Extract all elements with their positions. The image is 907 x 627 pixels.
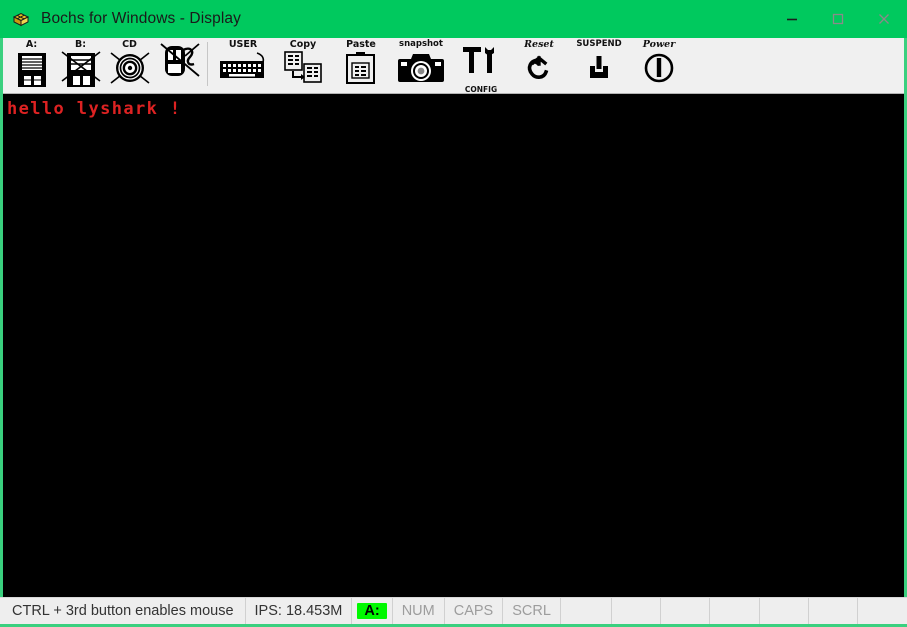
suspend-icon <box>585 54 613 87</box>
status-led-caps: CAPS <box>445 598 504 624</box>
toolbar-floppy-a-label: A: <box>25 39 38 50</box>
toolbar-paste-label: Paste <box>346 39 376 50</box>
titlebar-left: Bochs for Windows - Display <box>0 9 241 29</box>
toolbar-copy[interactable]: Copy <box>274 38 332 92</box>
toolbar-cdrom-label: CD <box>122 39 137 50</box>
close-button[interactable] <box>861 0 907 38</box>
status-led-num: NUM <box>393 598 445 624</box>
status-empty-7 <box>858 598 907 624</box>
vm-display-area[interactable]: hello lyshark ! <box>3 94 904 597</box>
toolbar-floppy-b-label: B: <box>74 39 87 50</box>
toolbar-reset-label: Reset <box>524 39 554 50</box>
bochs-logo-icon <box>11 9 31 29</box>
toolbar-user[interactable]: USER <box>212 38 274 92</box>
toolbar-config[interactable]: CONFIG <box>452 38 510 94</box>
toolbar-suspend[interactable]: SUSPEND <box>568 38 630 92</box>
toolbar-copy-label: Copy <box>289 39 317 50</box>
status-led-scrl: SCRL <box>503 598 561 624</box>
status-message: CTRL + 3rd button enables mouse <box>3 598 246 624</box>
keyboard-icon <box>217 51 269 86</box>
floppy-b-icon <box>61 51 101 93</box>
mouse-disabled-icon <box>157 40 201 91</box>
toolbar-power-label: Power <box>642 39 676 50</box>
status-floppy-a[interactable]: A: <box>357 603 387 619</box>
titlebar: Bochs for Windows - Display <box>0 0 907 38</box>
floppy-status-wrap: A: <box>352 598 393 624</box>
toolbar-paste[interactable]: Paste <box>332 38 390 92</box>
status-empty-2 <box>612 598 662 624</box>
toolbar-floppy-b[interactable]: B: <box>56 38 105 92</box>
bochs-window: Bochs for Windows - Display A: B: CD USE… <box>0 0 907 627</box>
cdrom-icon <box>109 51 151 93</box>
camera-icon <box>396 51 446 90</box>
toolbar-separator-1 <box>207 42 208 86</box>
status-empty-1 <box>561 598 613 624</box>
toolbar-mouse[interactable] <box>154 38 203 92</box>
toolbar-snapshot[interactable]: snapshot <box>390 38 452 92</box>
status-empty-6 <box>809 598 858 624</box>
toolbar: A: B: CD USER Copy Paste snapshot CONFIG… <box>3 38 904 94</box>
config-tools-icon <box>461 45 501 84</box>
maximize-button[interactable] <box>815 0 861 38</box>
toolbar-snapshot-label: snapshot <box>399 39 443 49</box>
window-controls <box>769 0 907 38</box>
status-empty-5 <box>760 598 809 624</box>
toolbar-cdrom[interactable]: CD <box>105 38 154 92</box>
toolbar-config-label: CONFIG <box>464 85 498 94</box>
paste-icon <box>343 51 379 90</box>
window-title: Bochs for Windows - Display <box>41 10 241 27</box>
minimize-button[interactable] <box>769 0 815 38</box>
status-empty-3 <box>661 598 711 624</box>
power-icon <box>643 52 675 89</box>
toolbar-floppy-a[interactable]: A: <box>7 38 56 92</box>
statusbar: CTRL + 3rd button enables mouse IPS: 18.… <box>0 597 907 624</box>
status-ips: IPS: 18.453M <box>246 598 353 624</box>
toolbar-reset[interactable]: Reset <box>510 38 568 92</box>
toolbar-user-label: USER <box>228 39 258 50</box>
floppy-a-icon <box>15 51 49 93</box>
toolbar-suspend-label: SUSPEND <box>576 39 622 49</box>
reset-arrow-icon <box>524 54 554 87</box>
status-empty-4 <box>710 598 760 624</box>
toolbar-power[interactable]: Power <box>630 38 688 92</box>
terminal-line: hello lyshark ! <box>7 99 182 119</box>
copy-icon <box>283 51 323 88</box>
